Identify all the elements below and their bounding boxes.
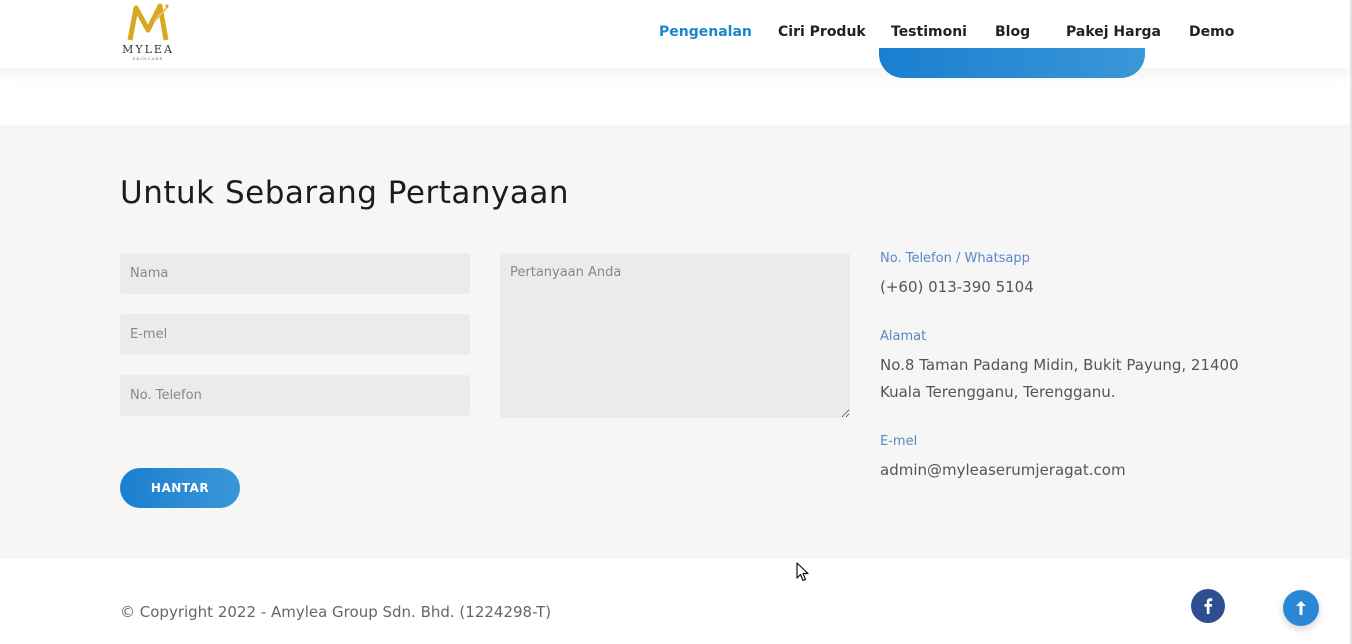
nav-item-ciri-produk[interactable]: Ciri Produk — [778, 24, 866, 40]
nav-item-pakej-harga[interactable]: Pakej Harga — [1066, 24, 1161, 40]
question-textarea[interactable] — [500, 253, 850, 418]
name-input[interactable] — [120, 253, 470, 294]
email-input[interactable] — [120, 314, 470, 355]
brand-name: MYLEA — [122, 43, 174, 56]
facebook-icon — [1204, 598, 1213, 614]
contact-title: Untuk Sebarang Pertanyaan — [120, 175, 569, 211]
nav-item-testimoni[interactable]: Testimoni — [891, 24, 967, 40]
site-footer: © Copyright 2022 - Amylea Group Sdn. Bhd… — [0, 559, 1350, 644]
nav-item-blog[interactable]: Blog — [995, 24, 1030, 40]
mylea-logo-icon — [127, 3, 169, 41]
nav-item-demo[interactable]: Demo — [1189, 24, 1234, 40]
phone-label: No. Telefon / Whatsapp — [880, 251, 1030, 266]
nav-item-pengenalan[interactable]: Pengenalan — [659, 24, 752, 40]
copyright-text: © Copyright 2022 - Amylea Group Sdn. Bhd… — [120, 603, 552, 621]
phone-value: (+60) 013-390 5104 — [880, 278, 1034, 296]
email-value[interactable]: admin@myleaserumjeragat.com — [880, 457, 1126, 484]
contact-section: Untuk Sebarang Pertanyaan HANTAR No. Tel… — [0, 125, 1350, 559]
mouse-cursor-icon — [796, 562, 809, 582]
back-to-top-button[interactable] — [1283, 590, 1319, 626]
email-label: E-mel — [880, 434, 918, 449]
address-line-2: Kuala Terengganu, Terengganu. — [880, 383, 1116, 401]
submit-button[interactable]: HANTAR — [120, 468, 240, 508]
brand-logo[interactable]: MYLEA SKINCARE — [120, 0, 176, 62]
brand-tagline: SKINCARE — [132, 56, 164, 61]
address-line-1: No.8 Taman Padang Midin, Bukit Payung, 2… — [880, 356, 1239, 374]
phone-input[interactable] — [120, 375, 470, 416]
previous-section — [0, 68, 1350, 125]
site-header: MYLEA SKINCARE Pengenalan Ciri Produk Te… — [0, 0, 1350, 68]
previous-section-button[interactable] — [879, 48, 1145, 78]
address-label: Alamat — [880, 329, 927, 344]
arrow-up-icon — [1296, 601, 1306, 615]
facebook-button[interactable] — [1191, 589, 1225, 623]
